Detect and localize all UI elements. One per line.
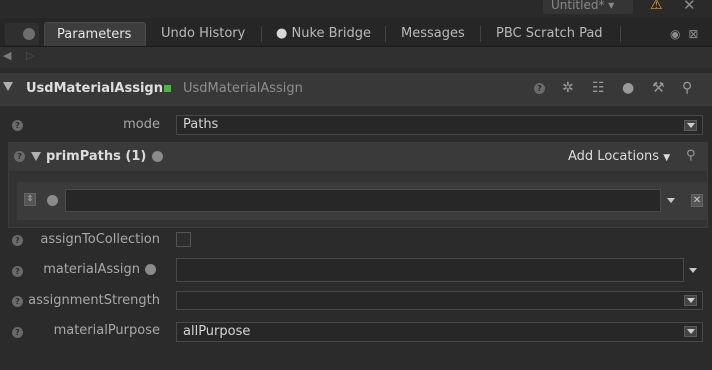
pane-controls: ◉ ⊠ [670,27,698,41]
forward-arrow-icon[interactable]: ▷ [26,49,34,62]
node-type: UsdMaterialAssign [183,81,303,96]
mode-value: Paths [183,117,219,132]
node-graph-icon[interactable]: ☷ [592,80,605,96]
collapse-node-icon[interactable] [3,82,13,91]
tab-divider [261,26,262,42]
param-label-assignmentstrength: assignmentStrength [28,293,160,308]
chevron-down-icon[interactable] [689,268,697,273]
mode-select[interactable]: Paths [176,115,703,135]
tab-label: Undo History [161,26,246,41]
tab-label: PBC Scratch Pad [496,26,603,41]
warning-icon[interactable]: ⚠ [650,0,663,13]
close-icon[interactable]: ✕ [683,0,696,14]
search-icon[interactable]: ⚲ [682,80,692,96]
materialassign-input[interactable] [176,258,684,282]
chevron-down-icon[interactable] [684,326,697,337]
help-icon[interactable]: ? [12,120,23,131]
search-icon[interactable]: ⚲ [686,148,696,163]
tab-nuke-bridge[interactable]: ● Nuke Bridge [264,22,383,46]
globe-icon: ● [276,26,288,41]
chevron-down-icon: ▾ [608,0,615,12]
reset-icon[interactable] [145,264,156,275]
param-label-mode: mode [123,117,160,132]
tab-label: Parameters [57,27,132,42]
tab-label: Nuke Bridge [291,26,372,41]
reset-icon[interactable] [47,195,58,206]
chevron-down-icon[interactable] [684,120,697,131]
navigation-bar [0,47,712,68]
primpath-input[interactable] [65,189,661,212]
tab-pbc-scratch-pad[interactable]: PBC Scratch Pad [484,22,615,46]
comment-icon[interactable]: ● [622,80,634,96]
pane-menu-button[interactable] [5,23,39,45]
remove-entry-icon[interactable]: ✕ [691,194,703,207]
close-pane-icon[interactable]: ⊠ [688,27,698,41]
materialpurpose-select[interactable]: allPurpose [176,322,703,342]
tab-label: Messages [401,26,465,41]
chevron-down-icon: ▼ [663,153,671,163]
tab-parameters[interactable]: Parameters [44,22,146,46]
chevron-down-icon[interactable] [684,295,697,306]
wrench-icon[interactable]: ⚒ [652,80,665,96]
tab-messages[interactable]: Messages [389,22,477,46]
reset-icon[interactable] [152,151,163,162]
pane-menu-icon [23,28,35,40]
float-pane-icon[interactable]: ◉ [670,27,680,41]
help-icon[interactable]: ? [14,151,25,162]
add-locations-button[interactable]: Add Locations ▼ [568,149,670,164]
param-label-materialassign: materialAssign [43,262,140,277]
back-arrow-icon[interactable]: ◀ [3,49,11,62]
tab-divider [385,26,386,42]
chevron-down-icon[interactable] [667,198,675,203]
tab-divider [620,26,621,42]
add-locations-label: Add Locations [568,149,660,164]
param-label-materialpurpose: materialPurpose [53,323,160,338]
tab-undo-history[interactable]: Undo History [149,22,257,46]
assignmentstrength-select[interactable] [176,291,703,310]
collapse-group-icon[interactable] [31,152,41,161]
tab-divider [480,26,481,42]
help-icon[interactable]: ? [534,83,545,94]
materialpurpose-value: allPurpose [183,324,251,339]
node-name[interactable]: UsdMaterialAssign [26,81,163,96]
gear-icon[interactable]: ✲ [562,80,574,96]
param-label-assigntocollection: assignToCollection [40,232,160,247]
node-status-indicator [164,85,171,92]
project-label: Untitled* [551,0,605,12]
drag-handle-icon[interactable]: ⇕ [24,193,36,206]
primpaths-label: primPaths (1) [46,149,147,164]
project-menu[interactable]: Untitled* ▾ [543,0,633,14]
assigntocollection-checkbox[interactable] [176,232,191,247]
